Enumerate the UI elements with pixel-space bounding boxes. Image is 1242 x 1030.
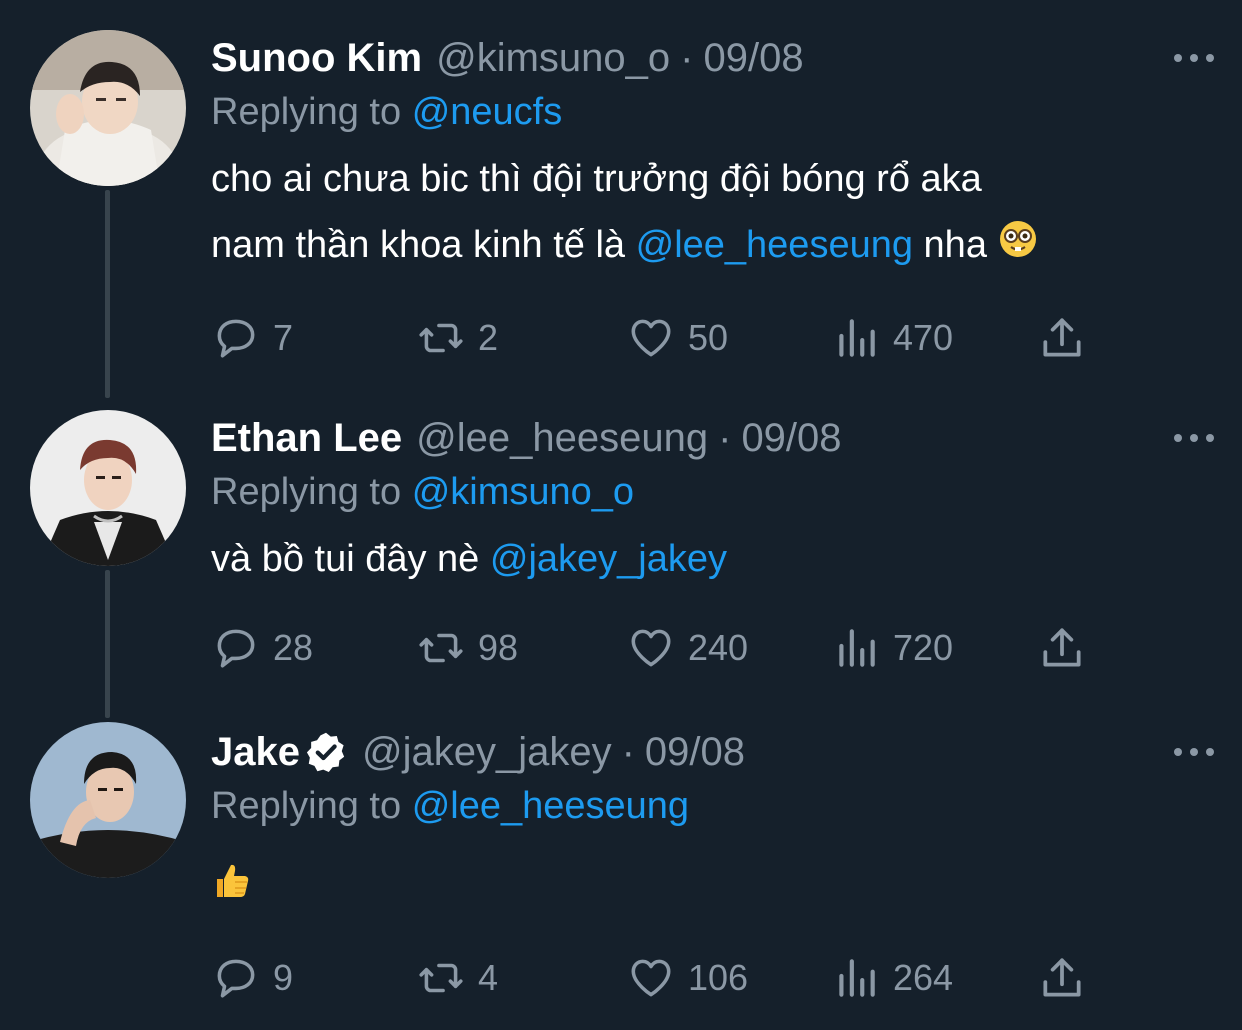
tweet-text-line: cho ai chưa bic thì đội trưởng đội bóng … — [211, 146, 982, 212]
text-mention[interactable]: @jakey_jakey — [490, 538, 727, 580]
retweet-icon — [416, 313, 466, 363]
views-icon — [831, 953, 881, 1003]
user-handle[interactable]: @kimsuno_o — [436, 28, 670, 88]
separator-dot: · — [621, 730, 635, 774]
reply-button[interactable]: 28 — [211, 618, 313, 678]
tweet-actions: 28 98 240 720 — [211, 618, 1091, 678]
retweet-count: 2 — [478, 317, 499, 358]
text-mention[interactable]: @lee_heeseung — [636, 224, 913, 266]
user-handle[interactable]: @lee_heeseung — [416, 408, 708, 468]
views-count: 264 — [893, 957, 954, 998]
display-name[interactable]: Sunoo Kim — [211, 28, 422, 88]
retweet-icon — [416, 953, 466, 1003]
tweet-header: Jake @jakey_jakey · 09/08 — [211, 722, 745, 782]
like-button[interactable]: 106 — [626, 948, 748, 1008]
tweet-text-line: nam thần khoa kinh tế là @lee_heeseung n… — [211, 212, 1038, 280]
tweet-text: nha — [923, 224, 987, 266]
tweet-text-line: và bồ tui đây nè @jakey_jakey — [211, 526, 727, 592]
share-icon — [1037, 313, 1087, 363]
avatar[interactable] — [30, 30, 186, 186]
reply-icon — [211, 313, 261, 363]
replying-label: Replying to — [211, 785, 402, 827]
like-icon — [626, 953, 676, 1003]
like-icon — [626, 623, 676, 673]
nerd-face-emoji — [998, 214, 1038, 280]
views-icon — [831, 623, 881, 673]
replying-to: Replying to @kimsuno_o — [211, 466, 634, 518]
like-count: 240 — [688, 627, 749, 668]
share-button[interactable] — [1037, 308, 1087, 368]
reply-count: 7 — [273, 317, 294, 358]
reply-button[interactable]: 7 — [211, 308, 293, 368]
replying-to: Replying to @lee_heeseung — [211, 780, 689, 832]
verified-badge-icon — [304, 730, 348, 774]
replying-to: Replying to @neucfs — [211, 86, 562, 138]
replying-mention[interactable]: @kimsuno_o — [412, 471, 634, 513]
retweet-count: 98 — [478, 627, 519, 668]
like-button[interactable]: 50 — [626, 308, 728, 368]
tweet-text: nam thần khoa kinh tế là — [211, 224, 626, 266]
avatar[interactable] — [30, 722, 186, 878]
replying-mention[interactable]: @neucfs — [412, 91, 563, 133]
like-count: 50 — [688, 317, 729, 358]
retweet-icon — [416, 623, 466, 673]
separator-dot: · — [680, 36, 694, 80]
views-button[interactable]: 264 — [831, 948, 953, 1008]
separator-dot: · — [718, 416, 732, 460]
reply-icon — [211, 953, 261, 1003]
replying-mention[interactable]: @lee_heeseung — [412, 785, 689, 827]
share-icon — [1037, 623, 1087, 673]
avatar[interactable] — [30, 410, 186, 566]
display-name[interactable]: Ethan Lee — [211, 408, 402, 468]
reply-button[interactable]: 9 — [211, 948, 293, 1008]
display-name[interactable]: Jake — [211, 722, 300, 782]
tweet-text-line — [211, 854, 253, 922]
tweet-date[interactable]: 09/08 — [741, 408, 841, 468]
user-handle[interactable]: @jakey_jakey — [362, 722, 612, 782]
tweet-header: Ethan Lee @lee_heeseung · 09/08 — [211, 408, 842, 468]
tweet-date[interactable]: 09/08 — [645, 722, 745, 782]
tweet-text: và bồ tui đây nè — [211, 538, 480, 580]
reply-count: 9 — [273, 957, 294, 998]
share-icon — [1037, 953, 1087, 1003]
thumbs-up-emoji — [211, 856, 253, 922]
tweet-jake[interactable]: Jake @jakey_jakey · 09/08 Replying to @l… — [0, 722, 1242, 1022]
replying-label: Replying to — [211, 91, 402, 133]
tweet-header: Sunoo Kim @kimsuno_o · 09/08 — [211, 28, 804, 88]
tweet-sunoo[interactable]: Sunoo Kim @kimsuno_o · 09/08 Replying to… — [0, 28, 1242, 388]
tweet-date[interactable]: 09/08 — [703, 28, 803, 88]
like-count: 106 — [688, 957, 749, 998]
views-button[interactable]: 720 — [831, 618, 953, 678]
tweet-actions: 7 2 50 470 — [211, 308, 1091, 368]
more-icon[interactable] — [1174, 420, 1214, 456]
views-count: 720 — [893, 627, 954, 668]
views-button[interactable]: 470 — [831, 308, 953, 368]
reply-count: 28 — [273, 627, 314, 668]
share-button[interactable] — [1037, 618, 1087, 678]
retweet-button[interactable]: 2 — [416, 308, 498, 368]
tweet-actions: 9 4 106 264 — [211, 948, 1091, 1008]
tweet-text: cho ai chưa bic thì đội trưởng đội bóng … — [211, 158, 982, 200]
retweet-button[interactable]: 98 — [416, 618, 518, 678]
retweet-button[interactable]: 4 — [416, 948, 498, 1008]
share-button[interactable] — [1037, 948, 1087, 1008]
like-icon — [626, 313, 676, 363]
replying-label: Replying to — [211, 471, 402, 513]
reply-icon — [211, 623, 261, 673]
more-icon[interactable] — [1174, 40, 1214, 76]
views-count: 470 — [893, 317, 954, 358]
more-icon[interactable] — [1174, 734, 1214, 770]
tweet-ethan[interactable]: Ethan Lee @lee_heeseung · 09/08 Replying… — [0, 408, 1242, 708]
like-button[interactable]: 240 — [626, 618, 748, 678]
views-icon — [831, 313, 881, 363]
retweet-count: 4 — [478, 957, 499, 998]
